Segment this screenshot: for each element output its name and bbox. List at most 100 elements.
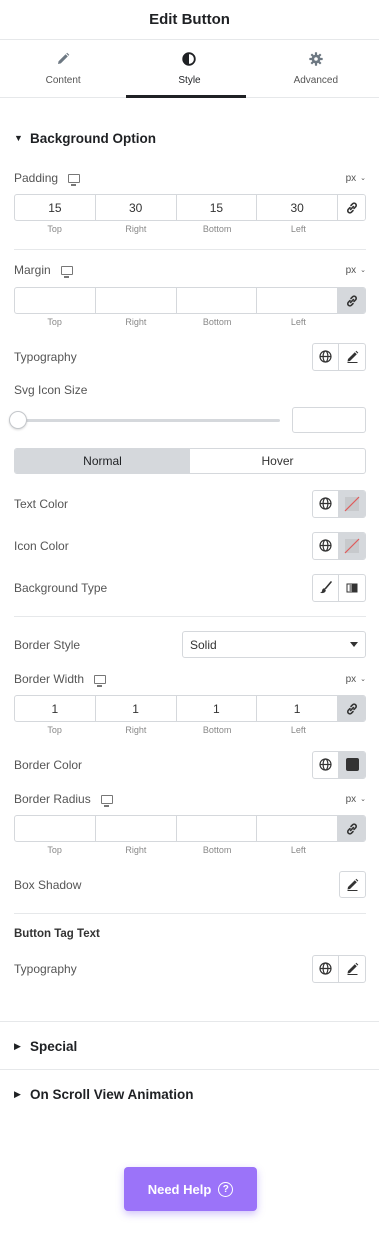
color-picker-button[interactable] [339, 751, 365, 778]
border-width-label: Border Width [14, 672, 85, 686]
border-style-label: Border Style [14, 637, 81, 652]
section-title: Special [30, 1038, 78, 1054]
svg-icon-size-slider [9, 407, 366, 434]
border-radius-bottom-input[interactable] [177, 816, 258, 841]
desktop-icon[interactable] [94, 674, 107, 687]
color-picker-button[interactable] [339, 490, 365, 517]
padding-right-input[interactable]: 30 [96, 195, 177, 220]
link-icon [346, 201, 357, 214]
unit-selector[interactable]: px ⌄ [346, 173, 366, 184]
border-radius-left-input[interactable] [257, 816, 338, 841]
link-icon [346, 702, 357, 715]
margin-right-input[interactable] [96, 288, 177, 313]
background-classic-button[interactable] [313, 574, 339, 601]
icon-color-row: Icon Color [14, 531, 366, 560]
section-on-scroll-view-animation[interactable]: ▶ On Scroll View Animation [0, 1070, 379, 1118]
padding-left-input[interactable]: 30 [257, 195, 338, 220]
tab-style[interactable]: Style [126, 40, 252, 97]
link-icon [346, 822, 357, 835]
slider-track[interactable] [14, 419, 280, 422]
border-radius-top-input[interactable] [15, 816, 96, 841]
unit-selector[interactable]: px ⌄ [346, 265, 366, 276]
globe-icon [319, 539, 332, 552]
edit-typography-button[interactable] [339, 344, 365, 370]
global-button[interactable] [313, 343, 339, 370]
link-values-button[interactable] [338, 816, 365, 841]
margin-header: Margin px ⌄ [14, 262, 366, 278]
global-colors-button[interactable] [313, 751, 339, 778]
global-button[interactable] [313, 955, 339, 982]
unit-selector[interactable]: px ⌄ [346, 674, 366, 685]
border-radius-label: Border Radius [14, 792, 91, 806]
border-radius-right-input[interactable] [96, 816, 177, 841]
desktop-icon[interactable] [60, 265, 73, 278]
svg-icon-size-label: Svg Icon Size [14, 383, 88, 397]
margin-bottom-input[interactable] [177, 288, 258, 313]
globe-icon [319, 350, 332, 363]
chevron-down-icon: ⌄ [360, 796, 366, 803]
link-values-button[interactable] [338, 288, 365, 313]
border-radius-header: Border Radius px ⌄ [14, 791, 366, 807]
tab-content-label: Content [45, 74, 81, 86]
link-values-button[interactable] [338, 696, 365, 721]
background-type-row: Background Type [14, 573, 366, 602]
padding-control: 15 30 15 30 Top Right Bottom Left [14, 194, 366, 234]
border-style-value: Solid [190, 637, 217, 652]
desktop-icon[interactable] [68, 173, 81, 186]
tab-style-label: Style [178, 74, 201, 86]
margin-label: Margin [14, 263, 51, 277]
section-special[interactable]: ▶ Special [0, 1022, 379, 1070]
margin-top-input[interactable] [15, 288, 96, 313]
tab-content[interactable]: Content [0, 40, 126, 97]
caret-down-icon [350, 642, 358, 647]
border-width-top-input[interactable]: 1 [15, 696, 96, 721]
color-picker-button[interactable] [339, 532, 365, 559]
tab-advanced[interactable]: Advanced [253, 40, 379, 97]
need-help-button[interactable]: Need Help ? [124, 1167, 257, 1211]
border-color-label: Border Color [14, 757, 83, 772]
svg-icon-size-input[interactable] [292, 407, 366, 433]
edit-box-shadow-button[interactable] [339, 871, 366, 898]
brush-icon [320, 581, 332, 594]
edit-typography-button[interactable] [339, 956, 365, 982]
button-tag-text-heading: Button Tag Text [14, 928, 100, 940]
caret-down-icon: ▼ [14, 133, 23, 143]
border-style-select[interactable]: Solid [182, 631, 366, 658]
padding-bottom-input[interactable]: 15 [177, 195, 258, 220]
slider-handle[interactable] [9, 411, 27, 429]
link-values-button[interactable] [338, 195, 365, 220]
pencil-icon [347, 878, 359, 891]
margin-left-input[interactable] [257, 288, 338, 313]
pencil-icon [347, 350, 358, 363]
border-color-row: Border Color [14, 750, 366, 779]
global-colors-button[interactable] [313, 490, 339, 517]
caret-right-icon: ▶ [14, 1040, 21, 1051]
border-width-bottom-input[interactable]: 1 [177, 696, 258, 721]
border-width-left-input[interactable]: 1 [257, 696, 338, 721]
link-icon [346, 294, 357, 307]
dimension-labels: Top Right Bottom Left [47, 224, 306, 234]
section-title: On Scroll View Animation [30, 1086, 194, 1102]
margin-control: Top Right Bottom Left [14, 287, 366, 327]
border-width-right-input[interactable]: 1 [96, 696, 177, 721]
padding-top-input[interactable]: 15 [15, 195, 96, 220]
no-color-icon [344, 538, 360, 553]
contrast-icon [182, 51, 197, 69]
desktop-icon[interactable] [100, 794, 113, 807]
text-color-row: Text Color [14, 489, 366, 518]
padding-header: Padding px ⌄ [14, 170, 366, 186]
divider [14, 913, 366, 914]
state-tab-normal[interactable]: Normal [15, 449, 190, 473]
border-width-header: Border Width px ⌄ [14, 671, 366, 687]
border-style-row: Border Style Solid [14, 631, 366, 658]
globe-icon [319, 962, 332, 975]
state-tab-hover[interactable]: Hover [190, 449, 365, 473]
typography-label: Typography [14, 961, 77, 976]
global-colors-button[interactable] [313, 532, 339, 559]
section-background-option[interactable]: ▼ Background Option [0, 114, 379, 162]
chevron-down-icon: ⌄ [360, 175, 366, 182]
active-tab-indicator [126, 95, 246, 98]
unit-selector[interactable]: px ⌄ [346, 794, 366, 805]
background-gradient-button[interactable] [339, 575, 365, 601]
svg-icon-size-header: Svg Icon Size [14, 383, 366, 399]
